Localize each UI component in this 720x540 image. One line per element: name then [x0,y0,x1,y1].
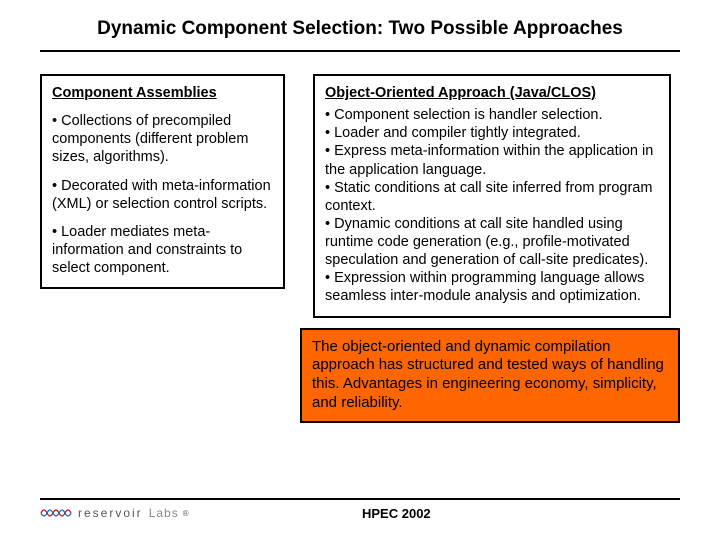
left-heading: Component Assemblies [52,84,273,102]
footer: reservoir Labs ® HPEC 2002 [40,498,680,520]
right-heading: Object-Oriented Approach (Java/CLOS) [325,84,659,102]
logo-trademark: ® [183,509,189,518]
page-title: Dynamic Component Selection: Two Possibl… [40,18,680,40]
left-bullet-3: • Loader mediates meta-information and c… [52,223,273,277]
right-bullet-6: • Expression within programming language… [325,269,659,305]
logo-text-labs: Labs [149,506,179,520]
right-bullet-1: • Component selection is handler selecti… [325,106,659,124]
left-box: Component Assemblies • Collections of pr… [40,74,285,289]
wave-icon [40,506,74,520]
conference-label: HPEC 2002 [362,506,431,521]
callout-box: The object-oriented and dynamic compilat… [300,328,680,423]
slide: Dynamic Component Selection: Two Possibl… [0,0,720,540]
right-bullet-3: • Express meta-information within the ap… [325,142,659,178]
columns: Component Assemblies • Collections of pr… [40,74,680,318]
right-bullet-2: • Loader and compiler tightly integrated… [325,124,659,142]
left-bullet-2: • Decorated with meta-information (XML) … [52,177,273,213]
right-box: Object-Oriented Approach (Java/CLOS) • C… [313,74,671,318]
logo-text-reservoir: reservoir [78,506,143,520]
logo: reservoir Labs ® [40,506,189,520]
title-divider [40,50,680,52]
right-bullet-4: • Static conditions at call site inferre… [325,179,659,215]
right-bullet-5: • Dynamic conditions at call site handle… [325,215,659,269]
left-bullet-1: • Collections of precompiled components … [52,112,273,166]
